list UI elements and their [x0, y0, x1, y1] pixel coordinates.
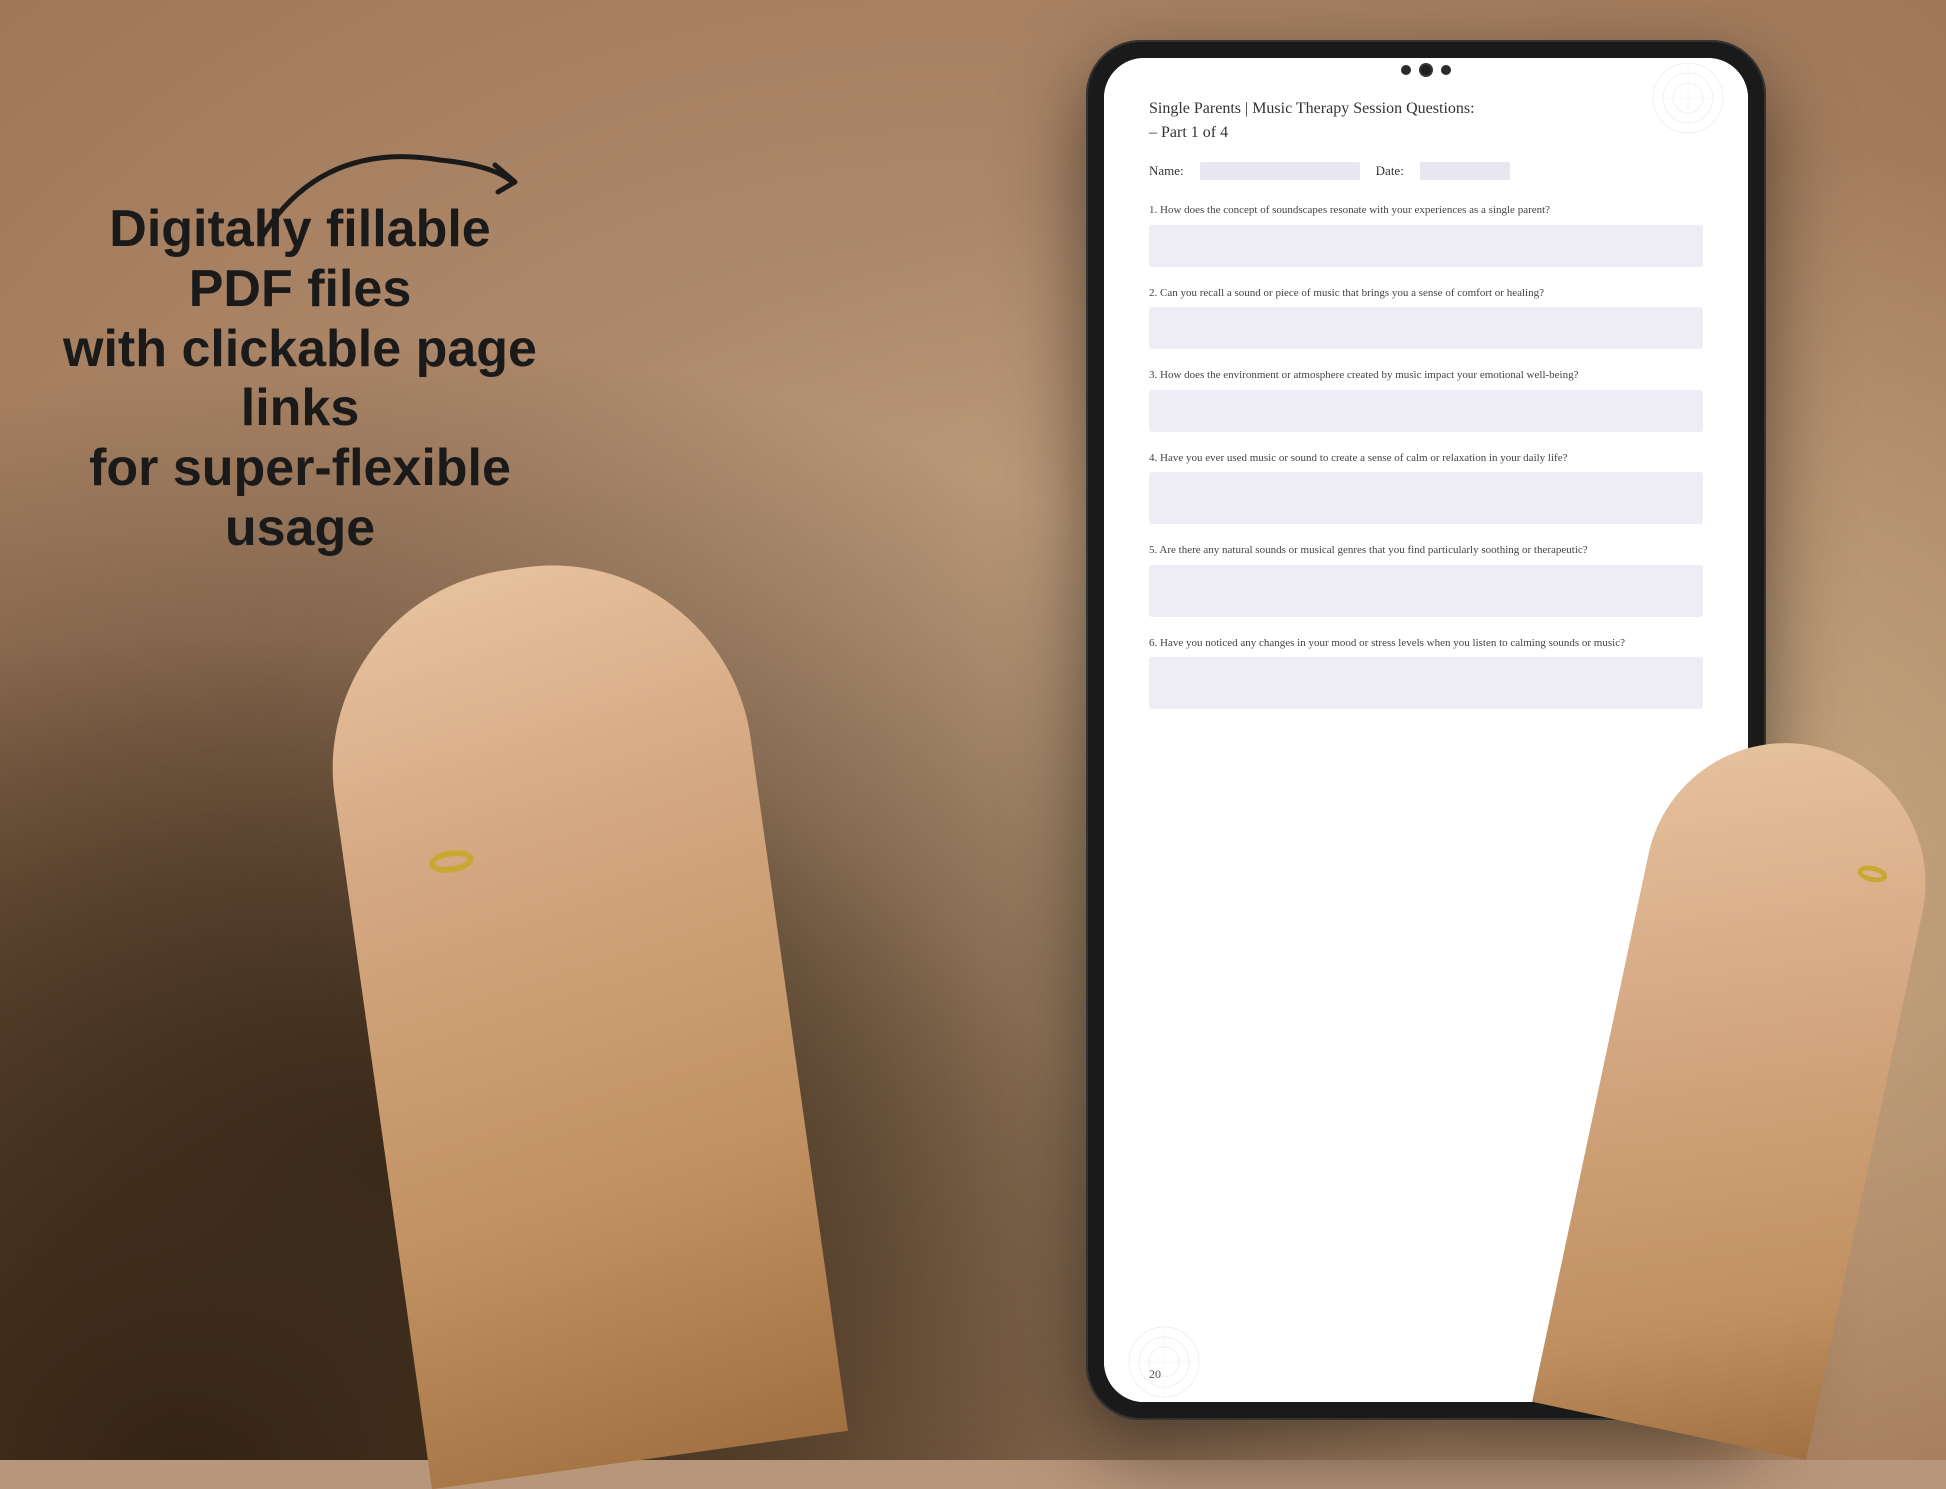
ring-left [428, 847, 476, 875]
question-text-6: 6. Have you noticed any changes in your … [1149, 635, 1703, 652]
question-text-2: 2. Can you recall a sound or piece of mu… [1149, 285, 1703, 302]
question-text-5: 5. Are there any natural sounds or music… [1149, 542, 1703, 559]
pdf-title: Single Parents | Music Therapy Session Q… [1149, 98, 1703, 120]
tablet-camera-bar [1401, 58, 1451, 82]
name-input[interactable] [1200, 162, 1360, 180]
question-block-3: 3. How does the environment or atmospher… [1149, 367, 1703, 432]
camera-dot-center [1419, 63, 1433, 77]
answer-box-3[interactable] [1149, 390, 1703, 432]
pdf-subtitle: – Part 1 of 4 [1149, 124, 1703, 142]
pdf-deco-bottom-icon [1104, 1322, 1224, 1402]
name-date-row: Name: Date: [1149, 162, 1703, 180]
page-number: 20 [1149, 1367, 1161, 1382]
answer-box-6[interactable] [1149, 657, 1703, 709]
answer-box-1[interactable] [1149, 225, 1703, 267]
question-text-1: 1. How does the concept of soundscapes r… [1149, 202, 1703, 219]
question-block-4: 4. Have you ever used music or sound to … [1149, 450, 1703, 525]
answer-box-5[interactable] [1149, 565, 1703, 617]
pdf-deco-top-icon [1628, 58, 1748, 138]
question-block-2: 2. Can you recall a sound or piece of mu… [1149, 285, 1703, 350]
date-input[interactable] [1420, 162, 1510, 180]
date-label: Date: [1376, 163, 1404, 179]
question-block-1: 1. How does the concept of soundscapes r… [1149, 202, 1703, 267]
question-text-3: 3. How does the environment or atmospher… [1149, 367, 1703, 384]
left-panel: Digitally fillable PDF files with clicka… [60, 200, 540, 559]
question-block-5: 5. Are there any natural sounds or music… [1149, 542, 1703, 617]
camera-dot-2 [1441, 65, 1451, 75]
answer-box-4[interactable] [1149, 472, 1703, 524]
name-label: Name: [1149, 163, 1184, 179]
camera-dot-1 [1401, 65, 1411, 75]
ring-right [1856, 863, 1889, 885]
question-block-6: 6. Have you noticed any changes in your … [1149, 635, 1703, 710]
answer-box-2[interactable] [1149, 307, 1703, 349]
question-text-4: 4. Have you ever used music or sound to … [1149, 450, 1703, 467]
arrow-icon [240, 100, 560, 260]
